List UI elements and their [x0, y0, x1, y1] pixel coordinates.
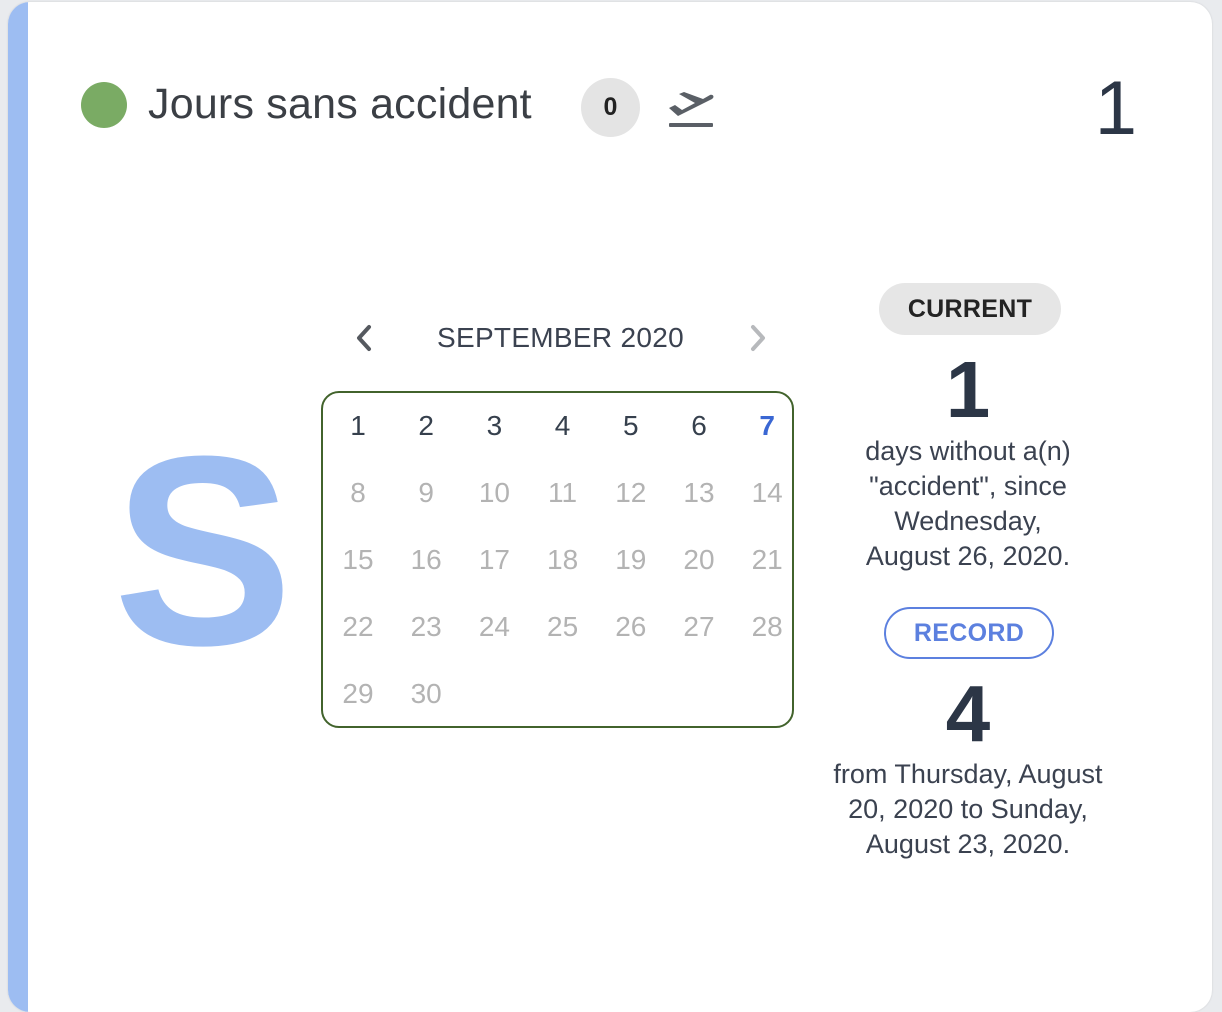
record-desc-line: from Thursday, August — [833, 759, 1103, 789]
chevron-right-icon[interactable] — [740, 318, 776, 358]
current-label-pill: CURRENT — [879, 283, 1061, 335]
count-badge[interactable]: 0 — [581, 78, 640, 137]
chevron-left-icon[interactable] — [346, 318, 382, 358]
record-desc-line: 20, 2020 to Sunday, — [848, 794, 1088, 824]
card-accent-bar — [8, 2, 28, 1012]
calendar-day[interactable]: 3 — [464, 406, 524, 446]
calendar-day[interactable]: 1 — [328, 406, 388, 446]
current-desc-line: Wednesday, — [894, 506, 1042, 536]
current-streak-description: days without a(n) "accident", since Wedn… — [808, 434, 1128, 574]
calendar-day[interactable]: 8 — [328, 473, 388, 513]
calendar-day[interactable]: 22 — [328, 607, 388, 647]
calendar-day[interactable]: 4 — [533, 406, 593, 446]
record-streak-description: from Thursday, August 20, 2020 to Sunday… — [808, 757, 1128, 862]
calendar-day[interactable]: 11 — [533, 473, 593, 513]
calendar-day[interactable]: 15 — [328, 540, 388, 580]
calendar-day[interactable]: 29 — [328, 674, 388, 714]
calendar-day[interactable]: 5 — [601, 406, 661, 446]
calendar-day[interactable]: 12 — [601, 473, 661, 513]
calendar-day[interactable]: 6 — [669, 406, 729, 446]
calendar-day[interactable]: 25 — [533, 607, 593, 647]
calendar-day[interactable]: 2 — [396, 406, 456, 446]
takeoff-icon[interactable] — [665, 86, 715, 132]
calendar-day[interactable]: 7 — [737, 406, 797, 446]
calendar-day[interactable]: 13 — [669, 473, 729, 513]
calendar-day[interactable]: 9 — [396, 473, 456, 513]
calendar-day[interactable]: 14 — [737, 473, 797, 513]
current-desc-line: August 26, 2020. — [865, 541, 1071, 571]
top-day-count: 1 — [1094, 66, 1137, 151]
status-dot-icon — [81, 82, 127, 128]
record-streak-value: 4 — [945, 669, 991, 758]
calendar-day[interactable]: 10 — [464, 473, 524, 513]
calendar-day[interactable]: 30 — [396, 674, 456, 714]
calendar-day[interactable]: 19 — [601, 540, 661, 580]
calendar-month-label: SEPTEMBER 2020 — [437, 322, 684, 353]
record-label-pill[interactable]: RECORD — [884, 607, 1054, 659]
calendar-day[interactable]: 17 — [464, 540, 524, 580]
record-desc-line: August 23, 2020. — [865, 829, 1071, 859]
avatar-letter: S — [113, 401, 294, 702]
calendar-day[interactable]: 23 — [396, 607, 456, 647]
streak-card: Jours sans accident 0 1 S SEPTEMBER 2020… — [8, 2, 1212, 1012]
calendar-day[interactable]: 21 — [737, 540, 797, 580]
calendar-grid: 1 2 3 4 5 6 7 8 9 10 11 12 13 14 15 16 17 18 19 20 21 22 23 24 2… — [321, 391, 794, 728]
calendar-day[interactable]: 20 — [669, 540, 729, 580]
card-title: Jours sans accident — [148, 80, 532, 128]
calendar-day[interactable]: 18 — [533, 540, 593, 580]
calendar-day[interactable]: 28 — [737, 607, 797, 647]
calendar-day[interactable]: 24 — [464, 607, 524, 647]
calendar-day[interactable]: 26 — [601, 607, 661, 647]
calendar-day[interactable]: 16 — [396, 540, 456, 580]
current-desc-line: "accident", since — [869, 471, 1067, 501]
current-streak-value: 1 — [945, 345, 991, 434]
current-desc-line: days without a(n) — [865, 436, 1071, 466]
calendar-day[interactable]: 27 — [669, 607, 729, 647]
